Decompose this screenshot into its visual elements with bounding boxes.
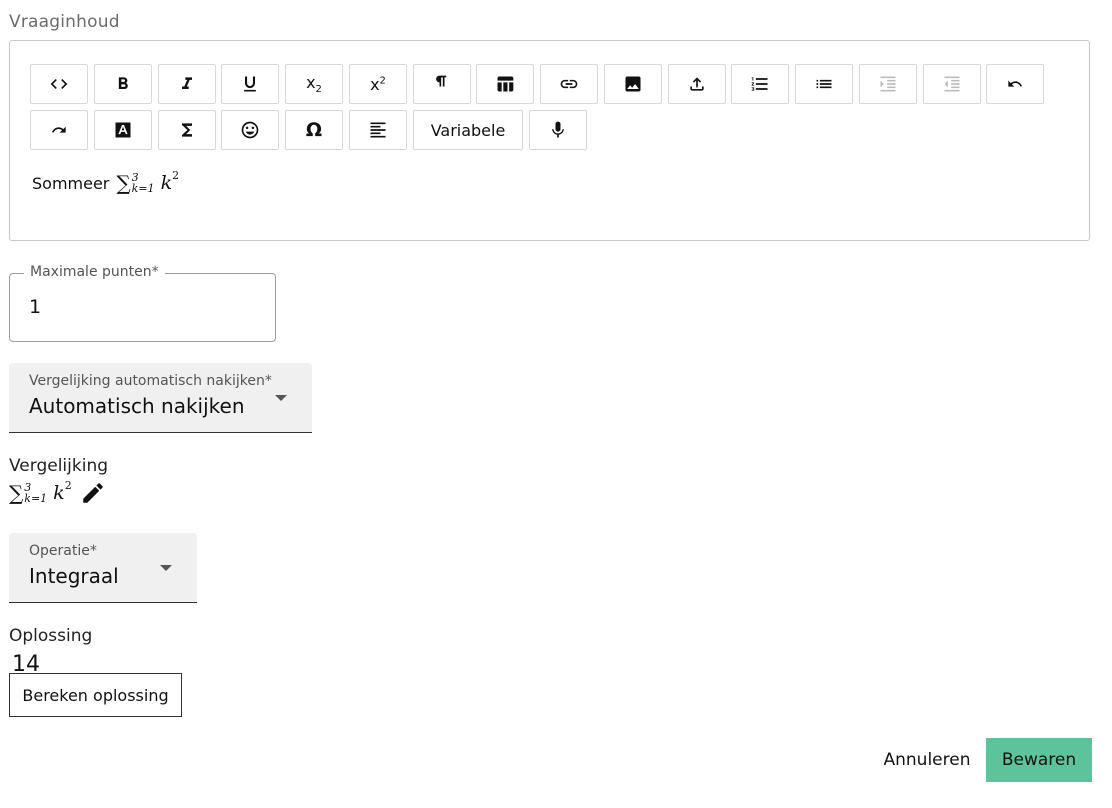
image-button[interactable]	[604, 64, 662, 104]
redo-icon	[52, 126, 66, 133]
operation-value: Integraal	[29, 564, 119, 588]
equation-label: Vergelijking	[9, 456, 109, 476]
sum-variable: k	[160, 172, 173, 194]
bulleted-list-button[interactable]	[795, 64, 853, 104]
omega-icon: Ω	[305, 119, 323, 141]
dropdown-arrow-icon	[275, 395, 287, 401]
indent-increase-icon	[880, 76, 896, 92]
solution-label: Oplossing	[9, 626, 93, 646]
operation-select[interactable]: Operatie* Integraal	[9, 533, 197, 603]
code-icon	[50, 79, 68, 89]
indent-increase-button[interactable]	[859, 64, 917, 104]
sum-limits: 3 k=1	[132, 172, 155, 194]
link-button[interactable]	[540, 64, 598, 104]
max-points-label: Maximale punten*	[24, 264, 165, 280]
code-button[interactable]	[30, 64, 88, 104]
sum-power: 2	[172, 168, 180, 182]
rich-text-editor[interactable]: x2 x2 Ω Variabele Sommeer ∑ 3 k=1 k 2	[9, 40, 1090, 241]
bold-button[interactable]	[94, 64, 152, 104]
underline-button[interactable]	[221, 64, 279, 104]
sum-symbol: ∑	[9, 481, 24, 505]
indent-decrease-icon	[944, 76, 960, 92]
auto-grading-select[interactable]: Vergelijking automatisch nakijken* Autom…	[9, 363, 312, 433]
link-icon	[560, 79, 578, 89]
emoji-button[interactable]	[221, 110, 279, 150]
sum-lower: k=1	[131, 182, 155, 195]
sigma-icon	[182, 123, 192, 137]
table-button[interactable]	[476, 64, 534, 104]
auto-grading-label: Vergelijking automatisch nakijken*	[29, 373, 272, 389]
paragraph-icon	[436, 75, 447, 87]
question-content-label: Vraaginhoud	[9, 12, 120, 32]
max-points-field[interactable]: Maximale punten* 1	[9, 264, 276, 342]
image-icon	[625, 76, 641, 92]
sum-symbol: ∑	[116, 171, 131, 195]
table-icon	[497, 76, 514, 92]
subscript-button[interactable]: x2	[285, 64, 343, 104]
sum-limits: 3 k=1	[24, 482, 47, 504]
calculate-solution-button[interactable]: Bereken oplossing	[9, 673, 182, 717]
redo-button[interactable]	[30, 110, 88, 150]
bold-icon	[118, 77, 128, 89]
auto-grading-value: Automatisch nakijken	[29, 394, 245, 418]
upload-icon	[690, 77, 704, 91]
emoji-icon	[241, 121, 259, 139]
upload-button[interactable]	[668, 64, 726, 104]
sum-variable: k	[53, 482, 65, 504]
operation-label: Operatie*	[29, 543, 97, 559]
align-left-icon	[370, 122, 386, 138]
bulleted-list-icon	[816, 79, 832, 89]
save-button[interactable]: Bewaren	[986, 738, 1092, 782]
undo-icon	[1008, 80, 1022, 87]
superscript-button[interactable]: x2	[349, 64, 407, 104]
sum-lower: k=1	[24, 492, 48, 505]
undo-button[interactable]	[986, 64, 1044, 104]
cancel-button[interactable]: Annuleren	[878, 738, 976, 782]
editor-formula: ∑ 3 k=1 k2	[116, 168, 180, 196]
formula-button[interactable]	[158, 110, 216, 150]
text-color-icon	[115, 122, 131, 138]
paragraph-button[interactable]	[413, 64, 471, 104]
align-button[interactable]	[349, 110, 407, 150]
italic-icon	[182, 77, 192, 89]
underline-icon	[244, 76, 256, 92]
sum-power: 2	[64, 478, 72, 492]
dropdown-arrow-icon	[160, 565, 172, 571]
subscript-icon: x2	[306, 72, 322, 96]
editor-text: Sommeer	[32, 173, 110, 193]
indent-decrease-button[interactable]	[923, 64, 981, 104]
microphone-icon	[552, 121, 564, 138]
superscript-icon: x2	[370, 74, 386, 94]
special-char-button[interactable]: Ω	[285, 110, 343, 150]
italic-button[interactable]	[158, 64, 216, 104]
variable-label: Variabele	[430, 120, 506, 140]
text-color-button[interactable]	[94, 110, 152, 150]
equation-formula: ∑ 3 k=1 k2	[9, 478, 72, 506]
variable-button[interactable]: Variabele	[413, 110, 523, 150]
pencil-icon[interactable]	[80, 480, 106, 506]
max-points-value[interactable]: 1	[29, 296, 41, 318]
numbered-list-icon	[751, 77, 768, 91]
editor-content[interactable]: Sommeer ∑ 3 k=1 k2	[32, 168, 180, 196]
microphone-button[interactable]	[529, 110, 587, 150]
numbered-list-button[interactable]	[731, 64, 789, 104]
equation-row: ∑ 3 k=1 k2	[9, 478, 106, 506]
